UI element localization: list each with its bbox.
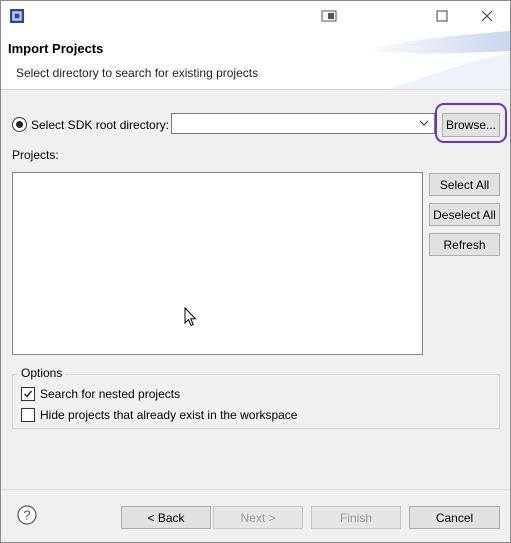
close-icon [481,10,493,22]
header-banner-graphic [360,31,510,89]
snap-layout-icon [321,10,337,22]
browse-highlight-ring [435,103,507,143]
back-button[interactable]: < Back [121,506,211,529]
mouse-cursor-icon [184,307,197,327]
finish-button[interactable]: Finish [311,506,401,529]
page-description: Select directory to search for existing … [16,66,259,80]
footer-separator [1,489,510,490]
hide-existing-checkbox[interactable] [21,408,35,422]
hide-existing-checkbox-row[interactable]: Hide projects that already exist in the … [21,408,297,422]
chip-app-icon [10,9,24,23]
help-icon[interactable]: ? [17,505,37,525]
refresh-button[interactable]: Refresh [429,233,500,256]
cancel-button[interactable]: Cancel [409,506,500,529]
dialog-header: Import Projects Select directory to sear… [1,31,510,90]
sdk-root-radio[interactable]: Select SDK root directory: [12,117,169,132]
search-nested-checkbox-row[interactable]: Search for nested projects [21,387,180,401]
svg-text:?: ? [23,508,30,523]
select-all-button[interactable]: Select All [429,173,500,196]
import-projects-dialog: Import Projects Select directory to sear… [0,0,511,543]
options-legend: Options [18,366,66,380]
close-window-button[interactable] [469,1,505,31]
checkmark-icon [24,390,33,398]
sdk-root-radio-label: Select SDK root directory: [31,117,170,132]
sdk-root-combo[interactable] [171,113,435,134]
deselect-all-button[interactable]: Deselect All [429,203,500,226]
projects-label: Projects: [12,148,59,162]
maximize-icon [436,10,448,22]
maximize-button[interactable] [424,1,460,31]
radio-dot [16,121,23,128]
title-bar [1,1,510,31]
next-button[interactable]: Next > [213,506,303,529]
search-nested-label: Search for nested projects [40,387,181,401]
hide-existing-label: Hide projects that already exist in the … [40,408,298,422]
projects-list[interactable] [12,172,423,355]
chevron-down-icon[interactable] [418,117,430,129]
snap-layout-button[interactable] [311,1,347,31]
page-title: Import Projects [8,41,104,56]
search-nested-checkbox[interactable] [21,387,35,401]
radio-button-selected[interactable] [12,117,27,132]
